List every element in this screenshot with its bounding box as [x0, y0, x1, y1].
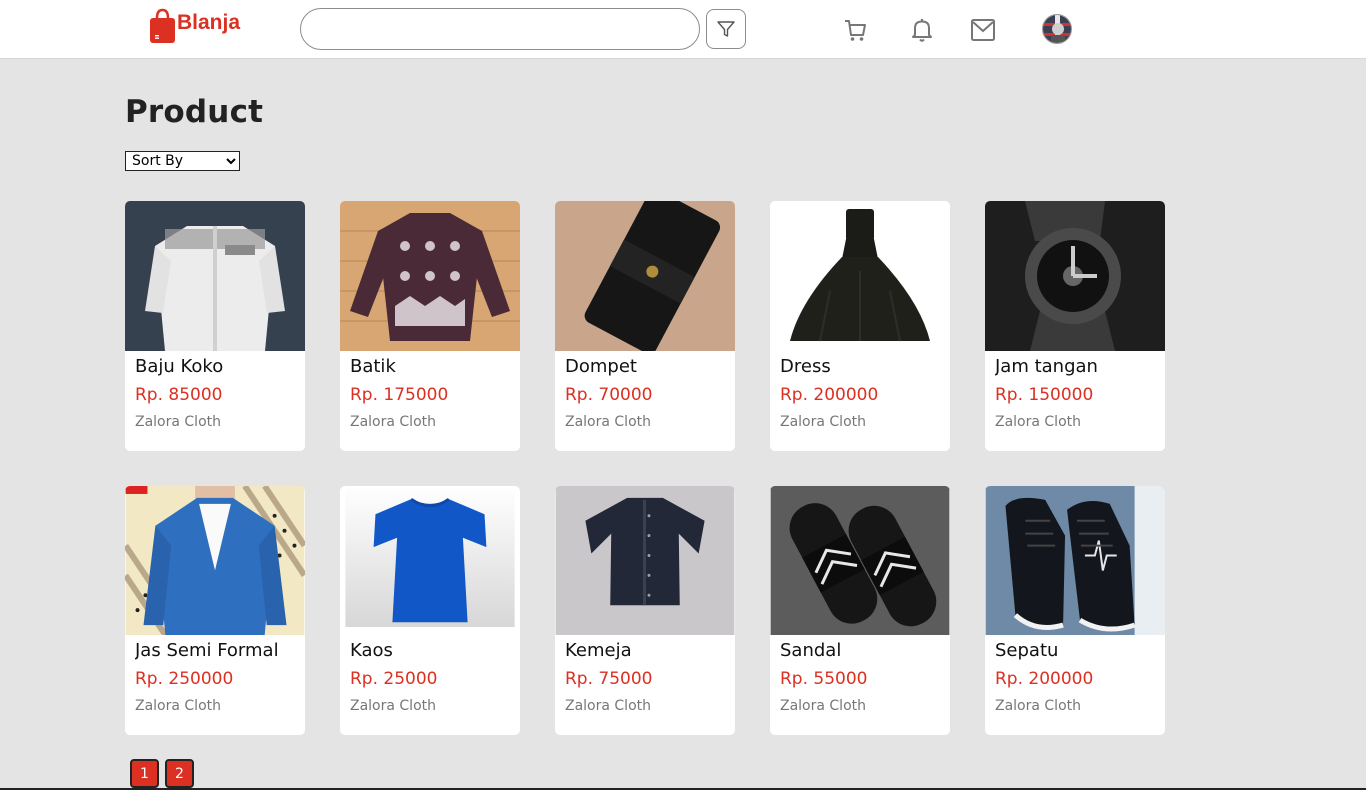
- product-price: Rp. 200000: [780, 385, 879, 405]
- product-card-jam-tangan[interactable]: Jam tangan Rp. 150000 Zalora Cloth: [985, 201, 1165, 451]
- avatar-image: [1043, 15, 1071, 43]
- product-price: Rp. 150000: [995, 385, 1094, 405]
- product-price: Rp. 70000: [565, 385, 653, 405]
- mail-button[interactable]: [970, 16, 996, 44]
- product-store: Zalora Cloth: [995, 414, 1082, 430]
- product-image: [340, 201, 520, 351]
- navbar: Blanja: [0, 0, 1366, 59]
- product-price: Rp. 75000: [565, 669, 653, 689]
- product-card-dompet[interactable]: Dompet Rp. 70000 Zalora Cloth: [555, 201, 735, 451]
- product-name: Kemeja: [565, 640, 632, 661]
- product-price: Rp. 25000: [350, 669, 438, 689]
- product-card-dress[interactable]: Dress Rp. 200000 Zalora Cloth: [770, 201, 950, 451]
- product-image: [770, 201, 950, 351]
- product-store: Zalora Cloth: [565, 698, 652, 714]
- product-price: Rp. 200000: [995, 669, 1094, 689]
- notification-button[interactable]: [909, 16, 935, 44]
- product-store: Zalora Cloth: [780, 414, 867, 430]
- product-image: [125, 201, 305, 351]
- product-price: Rp. 175000: [350, 385, 449, 405]
- avatar[interactable]: [1042, 14, 1072, 44]
- shopping-bag-icon: [150, 8, 175, 43]
- cart-button[interactable]: [842, 16, 868, 44]
- product-name: Jam tangan: [995, 356, 1098, 377]
- filter-icon: [717, 21, 735, 37]
- filter-button[interactable]: [706, 9, 746, 49]
- product-store: Zalora Cloth: [350, 698, 437, 714]
- product-card-jas-semi-formal[interactable]: Jas Semi Formal Rp. 250000 Zalora Cloth: [125, 486, 305, 735]
- product-price: Rp. 85000: [135, 385, 223, 405]
- product-image: [125, 486, 305, 635]
- product-store: Zalora Cloth: [135, 414, 222, 430]
- product-card-baju-koko[interactable]: Baju Koko Rp. 85000 Zalora Cloth: [125, 201, 305, 451]
- product-store: Zalora Cloth: [135, 698, 222, 714]
- product-card-sepatu[interactable]: Sepatu Rp. 200000 Zalora Cloth: [985, 486, 1165, 735]
- product-store: Zalora Cloth: [565, 414, 652, 430]
- product-image: [985, 486, 1165, 635]
- product-price: Rp. 55000: [780, 669, 868, 689]
- product-card-kemeja[interactable]: Kemeja Rp. 75000 Zalora Cloth: [555, 486, 735, 735]
- product-name: Kaos: [350, 640, 393, 661]
- product-store: Zalora Cloth: [995, 698, 1082, 714]
- search-input[interactable]: [300, 8, 700, 50]
- product-name: Sandal: [780, 640, 842, 661]
- product-name: Jas Semi Formal: [135, 640, 279, 661]
- product-image: [985, 201, 1165, 351]
- product-store: Zalora Cloth: [780, 698, 867, 714]
- product-image: [345, 486, 515, 627]
- product-name: Batik: [350, 356, 396, 377]
- brand-name: Blanja: [177, 11, 241, 34]
- product-price: Rp. 250000: [135, 669, 234, 689]
- logo[interactable]: Blanja: [149, 8, 240, 44]
- mail-icon: [971, 19, 995, 41]
- cart-icon: [845, 20, 866, 41]
- product-name: Sepatu: [995, 640, 1059, 661]
- product-card-kaos[interactable]: Kaos Rp. 25000 Zalora Cloth: [340, 486, 520, 735]
- product-name: Dress: [780, 356, 831, 377]
- product-image: [770, 486, 950, 635]
- product-card-batik[interactable]: Batik Rp. 175000 Zalora Cloth: [340, 201, 520, 451]
- page-2-button[interactable]: 2: [165, 759, 194, 788]
- page-title: Product: [125, 94, 264, 130]
- page-1-button[interactable]: 1: [130, 759, 159, 788]
- bell-icon: [912, 18, 932, 42]
- product-name: Baju Koko: [135, 356, 224, 377]
- product-card-sandal[interactable]: Sandal Rp. 55000 Zalora Cloth: [770, 486, 950, 735]
- product-store: Zalora Cloth: [350, 414, 437, 430]
- product-image: [555, 201, 735, 351]
- sort-select[interactable]: Sort By: [125, 151, 240, 171]
- product-name: Dompet: [565, 356, 637, 377]
- product-image: [555, 486, 735, 635]
